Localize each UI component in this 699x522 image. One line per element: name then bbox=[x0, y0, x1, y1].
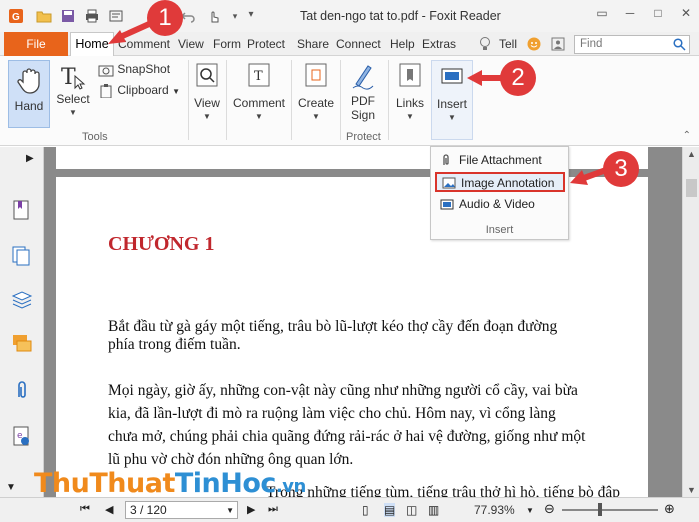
callout-arrow-1-head bbox=[108, 30, 126, 44]
callout-3: 3 bbox=[603, 151, 639, 187]
callout-arrows bbox=[108, 17, 608, 185]
callout-1: 1 bbox=[147, 0, 183, 36]
callout-2: 2 bbox=[500, 60, 536, 96]
callout-arrow-2-head bbox=[467, 70, 482, 86]
